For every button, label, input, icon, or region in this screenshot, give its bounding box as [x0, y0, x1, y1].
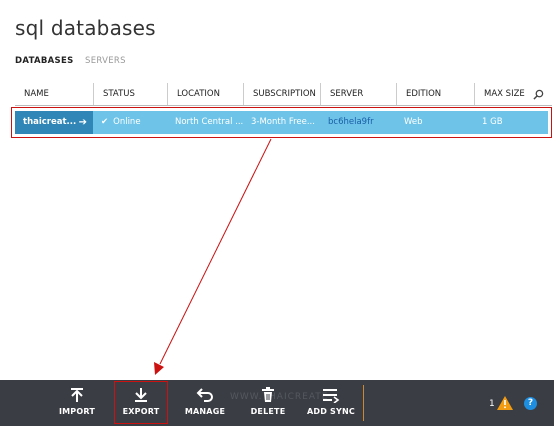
delete-button[interactable]: DELETE [246, 380, 290, 426]
delete-icon [262, 387, 274, 402]
delete-label: DELETE [250, 407, 286, 416]
add-sync-icon [323, 389, 340, 403]
help-icon[interactable]: ? [524, 397, 537, 410]
manage-icon [196, 388, 213, 402]
manage-button[interactable]: MANAGE [180, 380, 230, 426]
notification-count[interactable]: 1 [489, 399, 495, 409]
add-sync-button[interactable]: ADD SYNC [303, 380, 359, 426]
import-icon [71, 388, 83, 402]
command-divider [363, 385, 364, 421]
add-sync-label: ADD SYNC [307, 407, 355, 416]
annotation-arrow [154, 138, 272, 375]
manage-label: MANAGE [184, 407, 226, 416]
warning-icon[interactable] [497, 396, 513, 410]
command-bar: WWW.THAICREATE IMPORT EXPORT MANAGE DELE… [0, 380, 554, 426]
annotation-highlight-export [114, 381, 168, 424]
import-button[interactable]: IMPORT [54, 380, 100, 426]
import-label: IMPORT [58, 407, 96, 416]
